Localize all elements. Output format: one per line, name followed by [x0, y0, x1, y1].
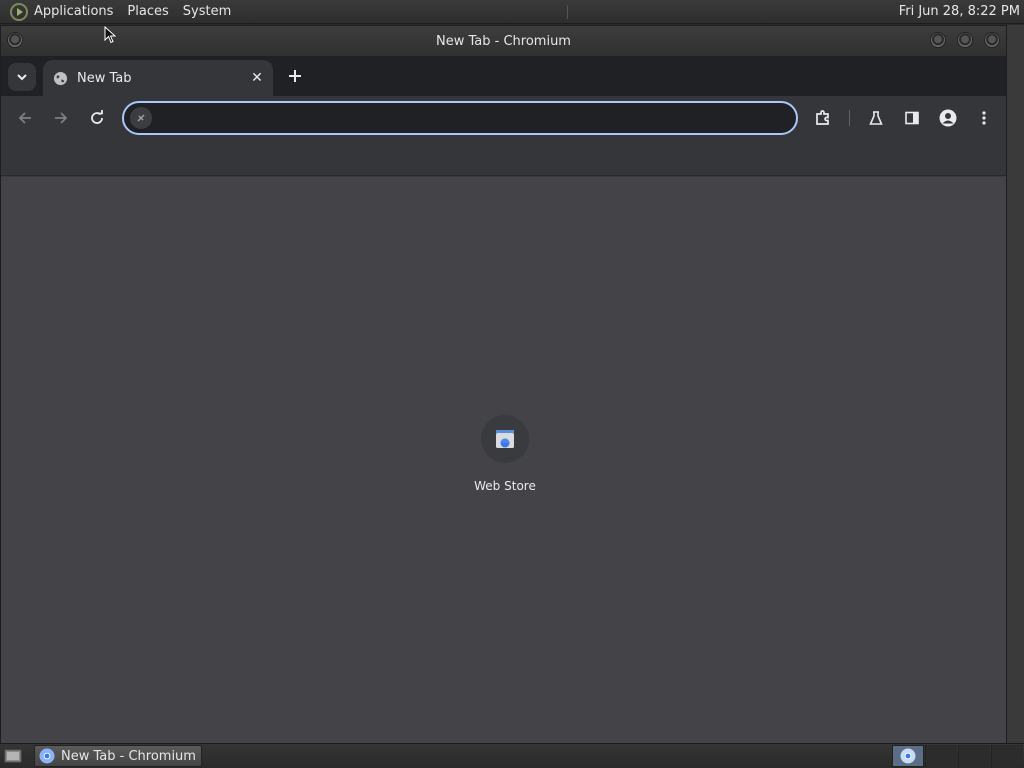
web-store-icon — [496, 430, 514, 448]
toolbar — [1, 96, 1006, 176]
forward-button[interactable] — [47, 104, 75, 132]
browser-window: New Tab - Chromium New Tab ✕ Web Store — [0, 25, 1007, 743]
toolbar-divider — [849, 110, 850, 126]
window-menu-button[interactable] — [7, 32, 23, 48]
distro-logo-icon[interactable] — [10, 2, 28, 21]
side-panel-icon — [905, 111, 919, 125]
puzzle-icon — [816, 110, 829, 125]
avatar-icon — [939, 109, 957, 127]
minimize-button[interactable] — [930, 32, 946, 48]
workspace-2[interactable] — [925, 745, 957, 767]
chromium-tray-icon — [900, 748, 916, 764]
tab-new-tab[interactable]: New Tab ✕ — [43, 60, 273, 96]
panel-separator — [567, 4, 569, 19]
arrow-left-icon — [18, 112, 31, 124]
plus-icon — [289, 70, 301, 82]
tab-strip: New Tab ✕ — [1, 56, 1006, 96]
new-tab-page: Web Store — [1, 177, 1006, 743]
back-button[interactable] — [11, 104, 39, 132]
shortcut-web-store[interactable]: Web Store — [463, 415, 547, 495]
shortcut-tile[interactable] — [481, 415, 529, 463]
tab-search-button[interactable] — [8, 63, 36, 91]
taskbar-item-chromium[interactable]: New Tab - Chromium — [34, 745, 202, 767]
flask-icon — [869, 111, 883, 125]
labs-button[interactable] — [862, 104, 890, 132]
side-panel-button[interactable] — [898, 104, 926, 132]
profile-button[interactable] — [934, 104, 962, 132]
address-bar[interactable] — [122, 101, 798, 135]
shortcut-label: Web Store — [474, 479, 536, 493]
desktop-edge — [1007, 25, 1024, 743]
close-tab-icon[interactable]: ✕ — [249, 70, 265, 86]
show-desktop-button[interactable] — [2, 746, 24, 766]
chevron-down-icon — [17, 74, 27, 81]
search-engine-icon — [137, 114, 145, 122]
new-tab-button[interactable] — [283, 64, 307, 88]
extensions-button[interactable] — [809, 104, 837, 132]
workspace-3[interactable] — [958, 745, 990, 767]
reload-icon — [91, 110, 103, 124]
tab-label: New Tab — [77, 70, 132, 86]
reload-button[interactable] — [83, 104, 111, 132]
more-menu-button[interactable] — [970, 104, 998, 132]
clock[interactable]: Fri Jun 28, 8:22 PM — [899, 4, 1020, 19]
bottom-taskbar: New Tab - Chromium — [0, 743, 1024, 768]
window-titlebar[interactable]: New Tab - Chromium — [1, 26, 1006, 56]
omnibox-lead-icon[interactable] — [130, 107, 152, 129]
top-panel: Applications Places System Fri Jun 28, 8… — [0, 0, 1024, 24]
chromium-icon — [39, 748, 55, 764]
close-window-button[interactable] — [984, 32, 1000, 48]
maximize-button[interactable] — [957, 32, 973, 48]
arrow-right-icon — [55, 112, 68, 124]
desktop-icon — [4, 749, 22, 763]
workspace-1[interactable] — [892, 745, 924, 767]
menu-places[interactable]: Places — [127, 4, 168, 19]
globe-icon — [53, 71, 68, 85]
menu-system[interactable]: System — [183, 4, 231, 19]
workspace-4[interactable] — [991, 745, 1023, 767]
kebab-menu-icon — [982, 111, 986, 125]
taskbar-item-label: New Tab - Chromium — [61, 748, 196, 764]
menu-applications[interactable]: Applications — [34, 4, 113, 19]
window-title: New Tab - Chromium — [436, 33, 571, 49]
omnibox-input[interactable] — [152, 103, 796, 133]
mouse-cursor-icon — [104, 26, 116, 44]
